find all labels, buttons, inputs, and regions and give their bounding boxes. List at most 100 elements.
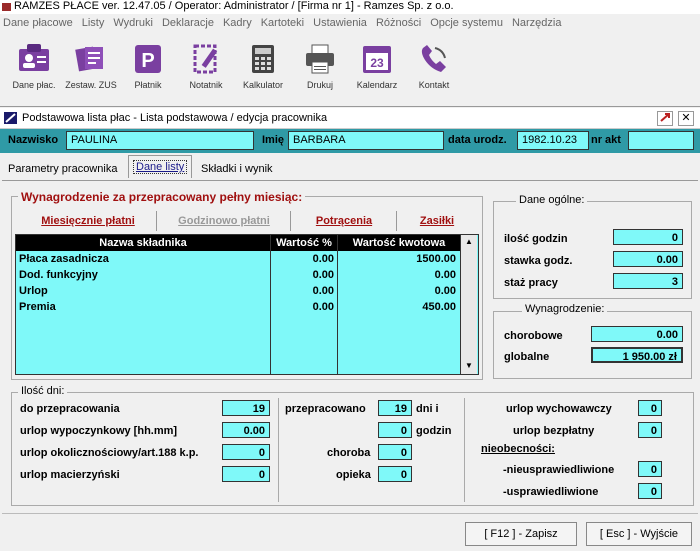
table-scrollbar[interactable]: ▲ ▼ [461,235,477,374]
window-pin-icon[interactable] [657,111,673,126]
care-label: opieka [336,469,371,481]
unpaid-leave-label: urlop bezpłatny [513,425,595,437]
absences-label: nieobecności: [481,443,555,455]
menu-opcje-systemu[interactable]: Opcje systemu [430,14,503,32]
window-title: Podstawowa lista płac - Lista podstawowa… [22,112,328,124]
salary-group [493,311,692,379]
toolbar: Dane płac. Zestaw. ZUS P Płatnik Notatni… [0,32,700,102]
col-header-percent: Wartość % [271,235,337,251]
sick-pay-field[interactable]: 0.00 [591,326,683,342]
unpaid-leave-field[interactable]: 0 [638,422,662,438]
days-divider [464,398,465,502]
menu-listy[interactable]: Listy [82,14,105,32]
toolbar-notatnik-button[interactable]: Notatnik [177,42,235,90]
occasional-leave-field[interactable]: 0 [222,444,270,460]
menu-wydruki[interactable]: Wydruki [113,14,153,32]
toolbar-drukuj-button[interactable]: Drukuj [291,42,349,90]
window-close-icon[interactable]: ✕ [678,111,694,126]
care-field[interactable]: 0 [378,466,412,482]
menu-kartoteki[interactable]: Kartoteki [261,14,304,32]
menu-roznosci[interactable]: Różności [376,14,421,32]
total-salary-label: globalne [504,351,550,363]
scroll-down-icon[interactable]: ▼ [461,359,477,373]
dob-label: data urodz. [448,134,507,146]
col-header-amount: Wartość kwotowa [338,235,460,251]
maternity-leave-field[interactable]: 0 [222,466,270,482]
window-logo-icon [4,112,17,124]
menu-narzedzia[interactable]: Narzędzia [512,14,562,32]
calculator-icon [246,42,280,76]
vacation-label: urlop wypoczynkowy [hh.mm] [20,425,178,437]
notepad-icon [189,42,223,76]
wages-table[interactable]: Nazwa składnika Wartość % Wartość kwotow… [15,234,479,375]
hours-unit-label: godzin [416,425,452,437]
menu-deklaracje[interactable]: Deklaracje [162,14,214,32]
tab-parametry-pracownika[interactable]: Parametry pracownika [4,158,121,180]
nr-akt-field[interactable] [628,131,694,150]
subtab-potracenia[interactable]: Potrącenia [290,211,397,231]
worked-label: przepracowano [285,403,366,415]
table-row[interactable]: Urlop 0.00 0.00 [16,284,460,300]
menu-kadry[interactable]: Kadry [223,14,252,32]
exit-button[interactable]: [ Esc ] - Wyjście [586,522,692,546]
col-header-name: Nazwa składnika [16,235,270,251]
wages-title: Wynagrodzenie za przepracowany pełny mie… [18,190,306,204]
surname-field[interactable]: PAULINA [66,131,254,150]
salary-title: Wynagrodzenie: [522,303,608,315]
window-title-bar: Podstawowa lista płac - Lista podstawowa… [0,108,700,129]
to-work-field[interactable]: 19 [222,400,270,416]
printer-icon [303,42,337,76]
worked-hours-field[interactable]: 0 [378,422,412,438]
toolbar-kalkulator-button[interactable]: Kalkulator [234,42,292,90]
tab-dane-listy[interactable]: Dane listy [128,155,193,178]
button-divider [2,513,698,514]
to-work-label: do przepracowania [20,403,120,415]
parental-leave-field[interactable]: 0 [638,400,662,416]
occasional-leave-label: urlop okolicznościowy/art.188 k.p. [20,447,199,459]
employee-header-bar: Nazwisko PAULINA Imię BARBARA data urodz… [0,129,700,153]
svg-text:P: P [141,50,154,72]
excused-field[interactable]: 0 [638,483,662,499]
seniority-field[interactable]: 3 [613,273,683,289]
worked-days-field[interactable]: 19 [378,400,412,416]
dob-field[interactable]: 1982.10.23 [517,131,589,150]
parental-leave-label: urlop wychowawczy [506,403,612,415]
seniority-label: staż pracy [504,277,558,289]
sickness-label: choroba [327,447,371,459]
unexcused-field[interactable]: 0 [638,461,662,477]
tab-divider [2,180,698,181]
subtab-godzinowo-platni[interactable]: Godzinowo płatni [156,211,291,231]
unexcused-label: -nieusprawiedliwione [503,464,615,476]
nr-akt-label: nr akt [591,134,621,146]
table-row[interactable]: Premia 0.00 450.00 [16,300,460,316]
toolbar-dane-plac-button[interactable]: Dane płac. [5,42,63,90]
menu-ustawienia[interactable]: Ustawienia [313,14,367,32]
sickness-field[interactable]: 0 [378,444,412,460]
table-row[interactable]: Płaca zasadnicza 0.00 1500.00 [16,252,460,268]
toolbar-kalendarz-button[interactable]: 23 Kalendarz [348,42,406,90]
maternity-leave-label: urlop macierzyński [20,469,120,481]
subtab-zasilki[interactable]: Zasiłki [396,211,477,231]
hourly-rate-label: stawka godz. [504,255,573,267]
hours-field[interactable]: 0 [613,229,683,245]
scroll-up-icon[interactable]: ▲ [461,235,477,249]
days-title: Ilość dni: [18,385,68,397]
hourly-rate-field[interactable]: 0.00 [613,251,683,267]
toolbar-platnik-button[interactable]: P Płatnik [119,42,177,90]
subtab-miesiecznie-platni[interactable]: Miesięcznie płatni [20,211,156,231]
toolbar-zestaw-zus-button[interactable]: Zestaw. ZUS [62,42,120,90]
menu-dane-placowe[interactable]: Dane płacowe [3,14,73,32]
app-logo-icon [2,3,11,11]
name-field[interactable]: BARBARA [288,131,444,150]
table-row[interactable]: Dod. funkcyjny 0.00 0.00 [16,268,460,284]
save-button[interactable]: [ F12 ] - Zapisz [465,522,577,546]
surname-label: Nazwisko [8,134,59,146]
hours-label: ilość godzin [504,233,568,245]
vacation-field[interactable]: 0.00 [222,422,270,438]
id-card-icon [17,42,51,76]
tab-skladki-i-wynik[interactable]: Składki i wynik [197,158,277,180]
calendar-day: 23 [370,56,384,70]
documents-icon [74,42,108,76]
toolbar-kontakt-button[interactable]: Kontakt [405,42,463,90]
total-salary-field[interactable]: 1 950.00 zł [591,347,683,363]
